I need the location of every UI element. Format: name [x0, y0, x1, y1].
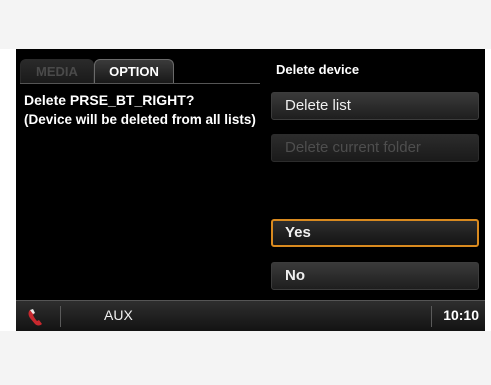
message-question: Delete PRSE_BT_RIGHT? — [24, 92, 195, 108]
display-bezel-top — [0, 0, 491, 49]
menu-heading: Delete device — [276, 62, 360, 77]
tab-divider — [20, 83, 260, 84]
display-bezel-bottom — [0, 331, 491, 385]
status-bar: AUX 10:10 — [16, 300, 485, 331]
phone-icon[interactable] — [26, 307, 46, 327]
clock: 10:10 — [443, 307, 479, 323]
yes-button[interactable]: Yes — [271, 219, 479, 247]
status-separator — [60, 306, 61, 327]
delete-current-folder-button[interactable]: Delete current folder — [271, 134, 479, 162]
no-button[interactable]: No — [271, 262, 479, 290]
infotainment-screen: MEDIA OPTION Delete PRSE_BT_RIGHT? (Devi… — [16, 49, 485, 331]
tab-option[interactable]: OPTION — [94, 59, 174, 83]
delete-list-button[interactable]: Delete list — [271, 92, 479, 120]
tab-bar: MEDIA OPTION — [20, 59, 240, 83]
audio-source: AUX — [104, 307, 133, 323]
tab-media[interactable]: MEDIA — [20, 59, 94, 83]
confirmation-message: Delete PRSE_BT_RIGHT? (Device will be de… — [24, 91, 259, 128]
message-note: (Device will be deleted from all lists) — [24, 112, 256, 127]
status-separator — [431, 306, 432, 327]
